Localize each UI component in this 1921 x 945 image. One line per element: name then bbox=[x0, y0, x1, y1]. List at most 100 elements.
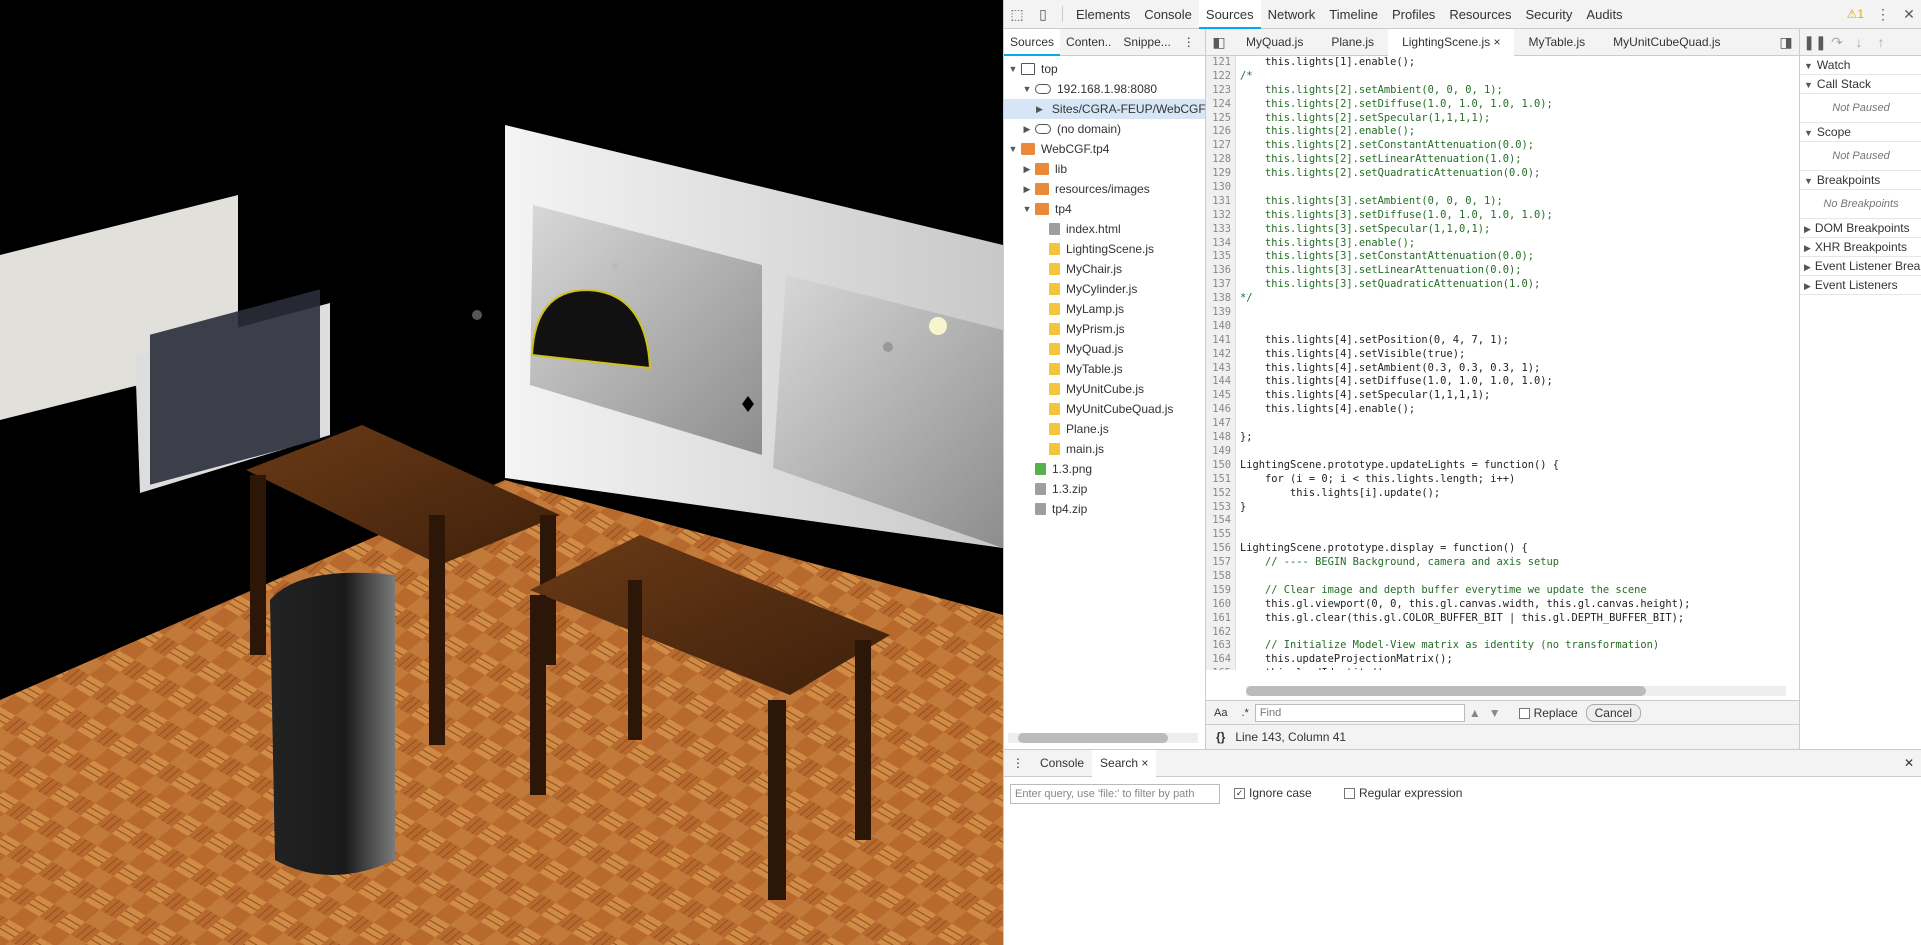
inspect-element-icon[interactable]: ⬚ bbox=[1004, 0, 1030, 29]
drawer-menu-icon[interactable]: ⋮ bbox=[1004, 750, 1032, 777]
line-number[interactable]: 161 bbox=[1206, 611, 1236, 626]
tree-item[interactable]: ▼ top bbox=[1004, 59, 1205, 79]
line-number[interactable]: 155 bbox=[1206, 528, 1236, 543]
tab-console[interactable]: Console bbox=[1137, 0, 1199, 29]
line-number[interactable]: 123 bbox=[1206, 83, 1236, 98]
code-line[interactable]: 146 this.lights[4].enable(); bbox=[1206, 403, 1799, 418]
find-prev-icon[interactable]: ▲ bbox=[1465, 706, 1485, 720]
editor-tab-myunitcubequad[interactable]: MyUnitCubeQuad.js bbox=[1599, 29, 1734, 56]
line-number[interactable]: 133 bbox=[1206, 222, 1236, 237]
code-line[interactable]: 159 // Clear image and depth buffer ever… bbox=[1206, 583, 1799, 598]
tree-item[interactable]: 1.3.png bbox=[1004, 459, 1205, 479]
replace-checkbox[interactable] bbox=[1518, 707, 1530, 719]
line-number[interactable]: 138 bbox=[1206, 292, 1236, 307]
line-number[interactable]: 131 bbox=[1206, 194, 1236, 209]
line-number[interactable]: 130 bbox=[1206, 181, 1236, 195]
navigator-tab-snippets[interactable]: Snippe... bbox=[1117, 29, 1176, 56]
code-line[interactable]: 126 this.lights[2].enable(); bbox=[1206, 125, 1799, 140]
find-next-icon[interactable]: ▼ bbox=[1485, 706, 1505, 720]
tree-item[interactable]: ▶ resources/images bbox=[1004, 179, 1205, 199]
code-line[interactable]: 139 bbox=[1206, 306, 1799, 320]
tree-item[interactable]: MyPrism.js bbox=[1004, 319, 1205, 339]
tree-item[interactable]: Plane.js bbox=[1004, 419, 1205, 439]
code-line[interactable]: 137 this.lights[3].setQuadraticAttenuati… bbox=[1206, 278, 1799, 293]
code-line[interactable]: 145 this.lights[4].setSpecular(1,1,1,1); bbox=[1206, 389, 1799, 404]
line-number[interactable]: 147 bbox=[1206, 417, 1236, 432]
collapse-arrow-icon[interactable]: ▶ bbox=[1804, 262, 1811, 272]
step-out-icon[interactable]: ↑ bbox=[1870, 28, 1892, 57]
collapse-arrow-icon[interactable]: ▶ bbox=[1804, 243, 1811, 253]
search-input[interactable]: Enter query, use 'file:' to filter by pa… bbox=[1010, 784, 1220, 804]
code-line[interactable]: 156 LightingScene.prototype.display = fun… bbox=[1206, 542, 1799, 557]
find-input[interactable] bbox=[1254, 703, 1465, 722]
tab-audits[interactable]: Audits bbox=[1579, 0, 1629, 29]
line-number[interactable]: 164 bbox=[1206, 653, 1236, 668]
line-number[interactable]: 137 bbox=[1206, 278, 1236, 293]
pause-icon[interactable]: ❚❚ bbox=[1803, 28, 1826, 57]
step-over-icon[interactable]: ↷ bbox=[1826, 28, 1848, 57]
line-number[interactable]: 134 bbox=[1206, 236, 1236, 251]
line-number[interactable]: 127 bbox=[1206, 139, 1236, 154]
tree-item[interactable]: ▼ 192.168.1.98:8080 bbox=[1004, 79, 1205, 99]
editor-scrollbar[interactable] bbox=[1246, 686, 1786, 696]
code-line[interactable]: 162 bbox=[1206, 625, 1799, 640]
code-line[interactable]: 132 this.lights[3].setDiffuse(1.0, 1.0, … bbox=[1206, 208, 1799, 223]
regex-checkbox[interactable] bbox=[1344, 788, 1355, 800]
code-line[interactable]: 158 bbox=[1206, 569, 1799, 584]
editor-tab-lightingscene[interactable]: LightingScene.js × bbox=[1388, 28, 1515, 56]
tab-timeline[interactable]: Timeline bbox=[1322, 0, 1385, 29]
navigator-menu-icon[interactable]: ⋮ bbox=[1177, 29, 1201, 56]
expand-arrow-icon[interactable]: ▼ bbox=[1022, 199, 1032, 219]
code-line[interactable]: 142 this.lights[4].setVisible(true); bbox=[1206, 347, 1799, 362]
code-line[interactable]: 149 bbox=[1206, 444, 1799, 459]
line-number[interactable]: 128 bbox=[1206, 153, 1236, 168]
line-number[interactable]: 151 bbox=[1206, 472, 1236, 487]
line-number[interactable]: 153 bbox=[1206, 500, 1236, 515]
code-line[interactable]: 147 bbox=[1206, 417, 1799, 432]
line-number[interactable]: 165 bbox=[1206, 667, 1236, 670]
webgl-canvas[interactable] bbox=[0, 0, 1003, 945]
tree-item[interactable]: MyLamp.js bbox=[1004, 299, 1205, 319]
code-line[interactable]: 157 // ---- BEGIN Background, camera and… bbox=[1206, 556, 1799, 570]
code-lines[interactable]: 121 this.lights[1].enable(); 122/* 123 thi… bbox=[1206, 56, 1799, 670]
line-number[interactable]: 159 bbox=[1206, 583, 1236, 598]
line-number[interactable]: 154 bbox=[1206, 514, 1236, 529]
code-line[interactable]: 165 this.loadIdentity(); bbox=[1206, 667, 1799, 670]
device-mode-icon[interactable]: ▯ bbox=[1030, 0, 1056, 29]
line-number[interactable]: 158 bbox=[1206, 569, 1236, 584]
code-line[interactable]: 154 bbox=[1206, 514, 1799, 529]
match-case-toggle[interactable]: Aa bbox=[1206, 707, 1235, 719]
drawer-tab-search[interactable]: Search × bbox=[1092, 749, 1157, 777]
collapse-arrow-icon[interactable]: ▶ bbox=[1022, 159, 1032, 179]
menu-kebab-icon[interactable]: ⋮ bbox=[1870, 0, 1896, 29]
code-line[interactable]: 138 */ bbox=[1206, 292, 1799, 307]
collapse-arrow-icon[interactable]: ▶ bbox=[1804, 281, 1811, 291]
code-line[interactable]: 153} bbox=[1206, 500, 1799, 515]
line-number[interactable]: 152 bbox=[1206, 486, 1236, 501]
line-number[interactable]: 136 bbox=[1206, 264, 1236, 279]
line-number[interactable]: 157 bbox=[1206, 556, 1236, 570]
code-line[interactable]: 130 bbox=[1206, 181, 1799, 195]
toggle-debugger-icon[interactable]: ◨ bbox=[1773, 28, 1799, 57]
navigator-tab-sources[interactable]: Sources bbox=[1004, 28, 1061, 56]
line-number[interactable]: 129 bbox=[1206, 167, 1236, 182]
tab-security[interactable]: Security bbox=[1518, 0, 1579, 29]
line-number[interactable]: 162 bbox=[1206, 625, 1236, 640]
collapse-arrow-icon[interactable]: ▶ bbox=[1036, 99, 1043, 119]
line-number[interactable]: 126 bbox=[1206, 125, 1236, 140]
code-line[interactable]: 151 for (i = 0; i < this.lights.length; … bbox=[1206, 472, 1799, 487]
code-line[interactable]: 121 this.lights[1].enable(); bbox=[1206, 56, 1799, 70]
code-line[interactable]: 164 this.updateProjectionMatrix(); bbox=[1206, 653, 1799, 668]
line-number[interactable]: 163 bbox=[1206, 639, 1236, 654]
expand-arrow-icon[interactable]: ▼ bbox=[1804, 176, 1813, 186]
code-line[interactable]: 136 this.lights[3].setLinearAttenuation(… bbox=[1206, 264, 1799, 279]
tree-item[interactable]: index.html bbox=[1004, 219, 1205, 239]
tree-item[interactable]: MyChair.js bbox=[1004, 259, 1205, 279]
debugger-section[interactable]: ▶ DOM Breakpoints bbox=[1800, 219, 1921, 238]
close-search-tab-icon[interactable]: × bbox=[1141, 756, 1148, 770]
line-number[interactable]: 156 bbox=[1206, 542, 1236, 557]
expand-arrow-icon[interactable]: ▼ bbox=[1804, 80, 1813, 90]
expand-arrow-icon[interactable]: ▼ bbox=[1008, 59, 1018, 79]
line-number[interactable]: 135 bbox=[1206, 250, 1236, 265]
editor-tab-plane[interactable]: Plane.js bbox=[1317, 29, 1388, 56]
